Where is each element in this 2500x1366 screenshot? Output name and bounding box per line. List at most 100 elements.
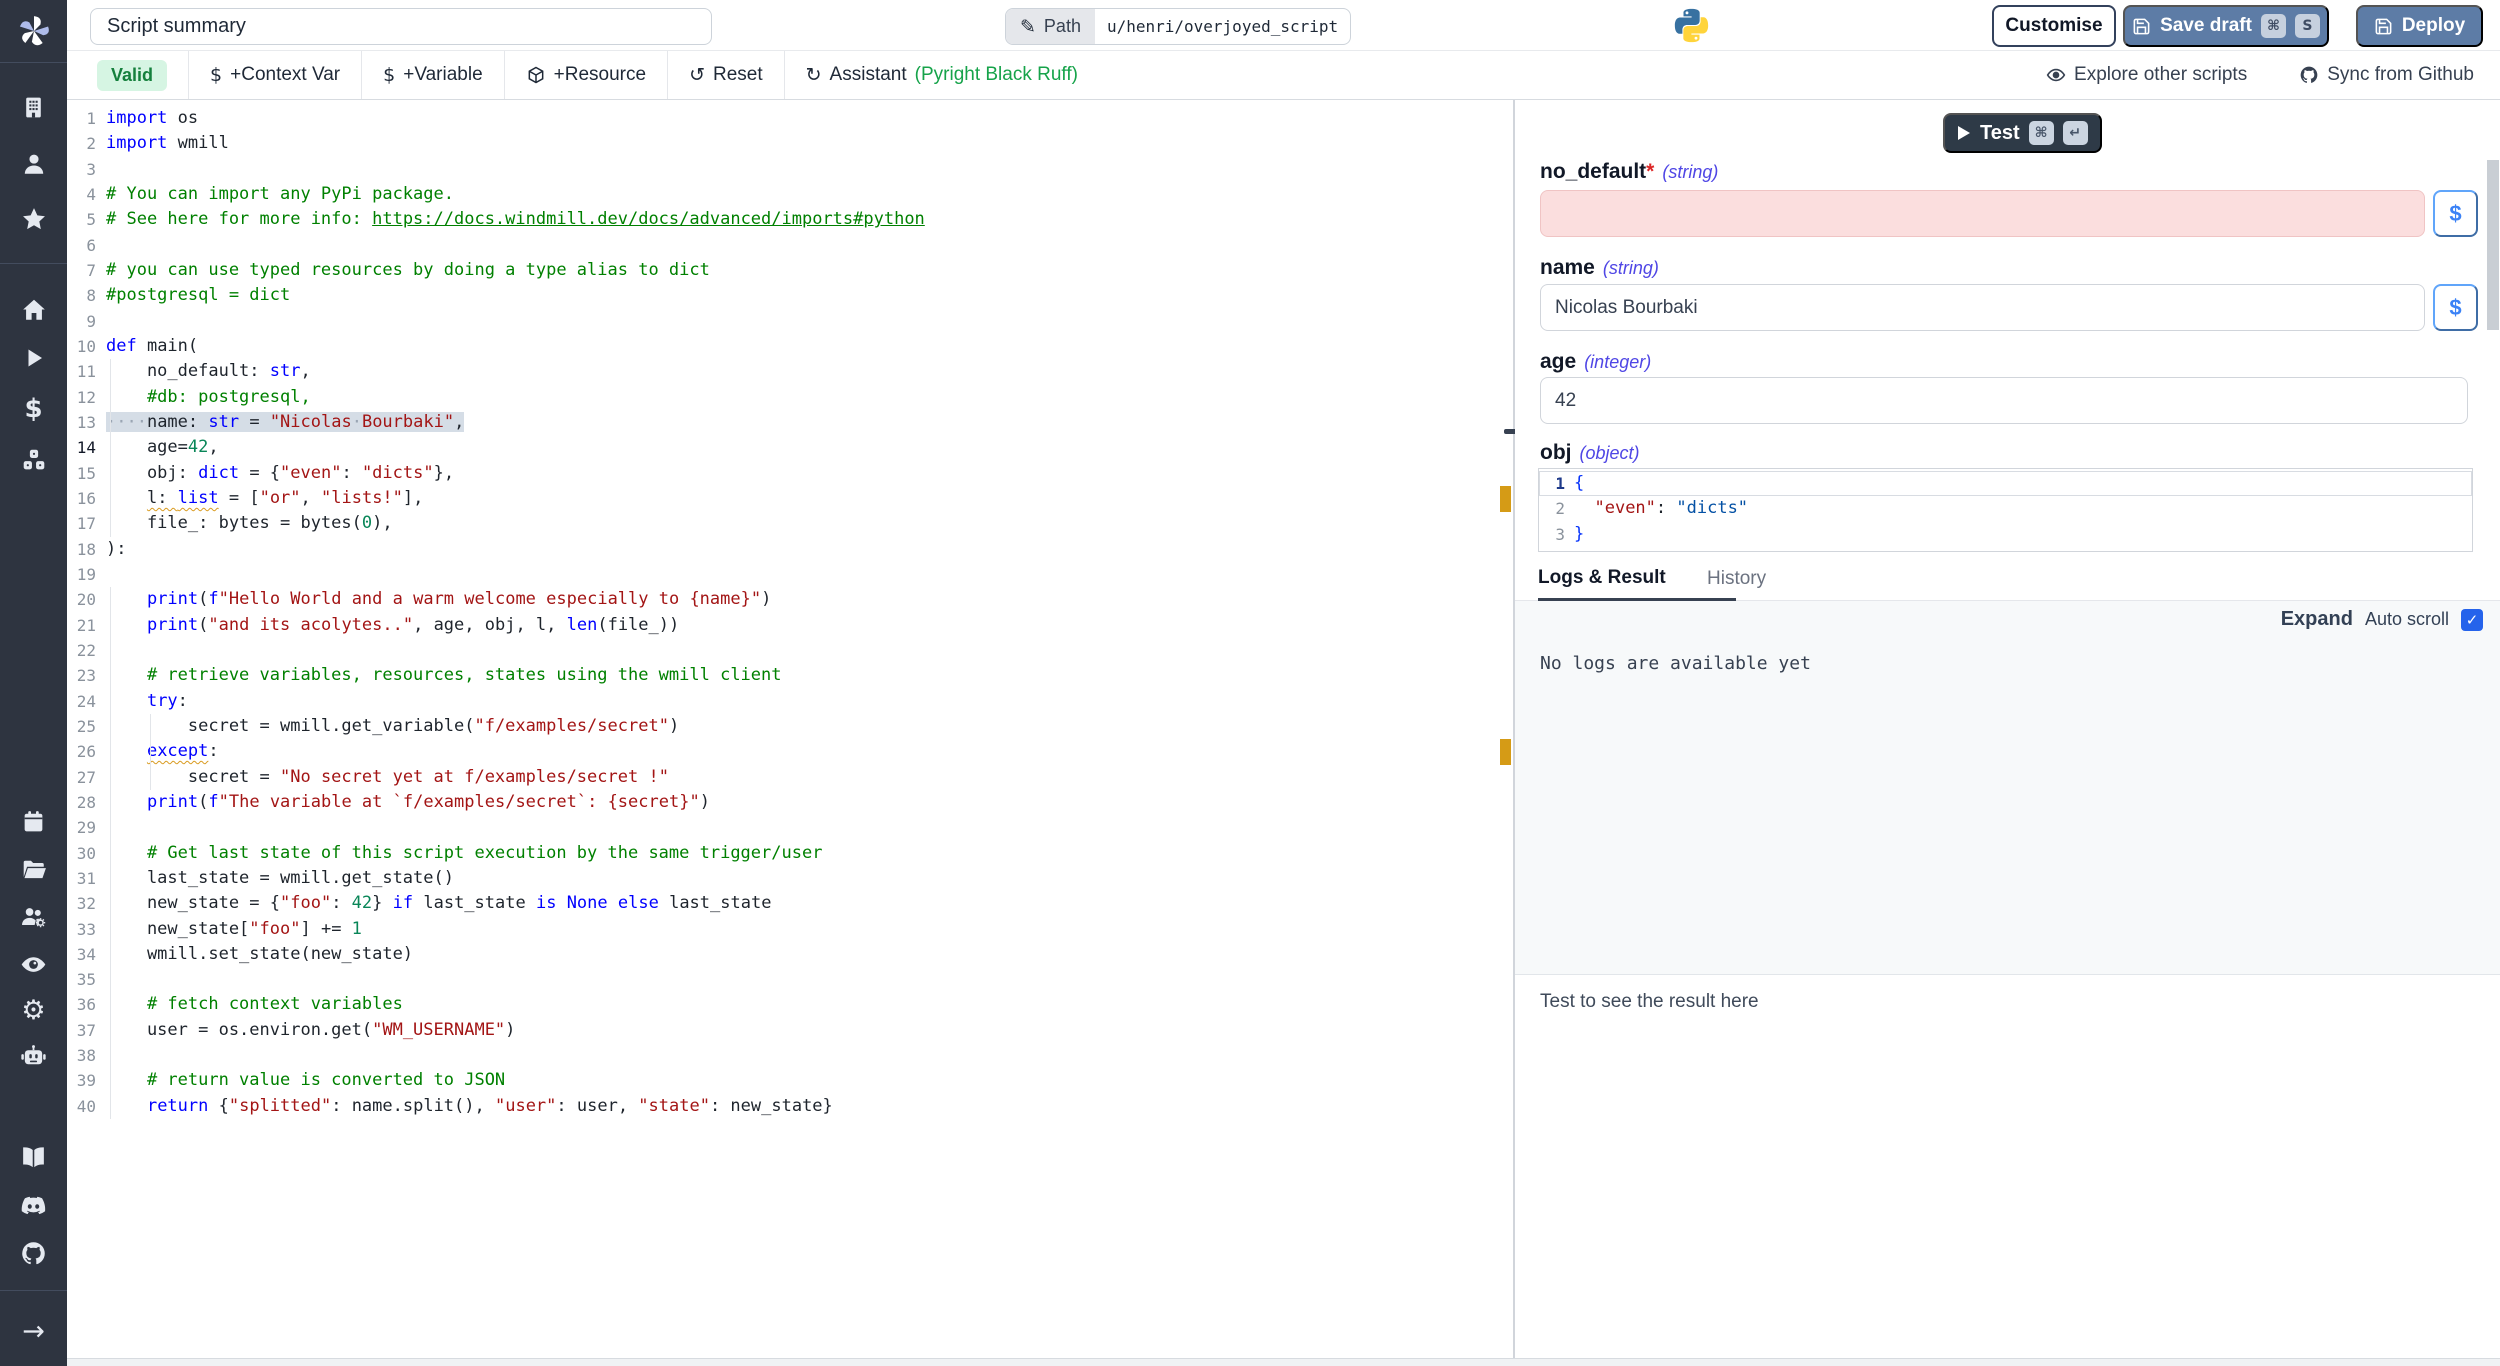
home-icon[interactable]	[0, 297, 67, 323]
code-text: file_: bytes = bytes(0),	[106, 511, 393, 536]
code-line[interactable]: 18):	[67, 537, 1513, 562]
code-line[interactable]: 38	[67, 1043, 1513, 1068]
obj-json-editor[interactable]: 1{2 "even": "dicts"3}	[1538, 468, 2473, 552]
code-text: import wmill	[106, 131, 229, 156]
reset-button[interactable]: ↺ Reset	[689, 64, 763, 86]
code-line[interactable]: 40 return {"splitted": name.split(), "us…	[67, 1094, 1513, 1119]
play-icon[interactable]	[0, 346, 67, 370]
save-draft-button[interactable]: Save draft ⌘ S	[2123, 5, 2329, 47]
code-line[interactable]: 4# You can import any PyPi package.	[67, 182, 1513, 207]
code-line[interactable]: 7# you can use typed resources by doing …	[67, 258, 1513, 283]
deploy-button[interactable]: Deploy	[2356, 5, 2483, 47]
code-line[interactable]: 17 file_: bytes = bytes(0),	[67, 511, 1513, 536]
line-number: 9	[67, 309, 96, 334]
eye-icon[interactable]	[0, 951, 67, 978]
user-icon[interactable]	[0, 151, 67, 177]
test-button[interactable]: Test ⌘ ↵	[1943, 113, 2102, 153]
discord-icon[interactable]	[0, 1192, 67, 1219]
boxes-icon[interactable]	[0, 447, 67, 473]
star-icon[interactable]	[0, 206, 67, 232]
code-line[interactable]: 36 # fetch context variables	[67, 992, 1513, 1017]
arrow-right-icon[interactable]: →	[0, 1318, 67, 1345]
code-line[interactable]: 31 last_state = wmill.get_state()	[67, 866, 1513, 891]
code-line[interactable]: 22	[67, 638, 1513, 663]
no-default-input[interactable]	[1540, 190, 2425, 237]
code-line[interactable]: 24 try:	[67, 689, 1513, 714]
code-line[interactable]: 28 print(f"The variable at `f/examples/s…	[67, 790, 1513, 815]
path-selector[interactable]: ✎ Path u/henri/overjoyed_script	[1005, 8, 1351, 45]
warning-marker	[1500, 739, 1511, 765]
code-line[interactable]: 30 # Get last state of this script execu…	[67, 841, 1513, 866]
code-line[interactable]: 26 except:	[67, 739, 1513, 764]
code-line[interactable]: 9	[67, 309, 1513, 334]
line-number: 29	[67, 815, 96, 840]
add-variable-button[interactable]: $ +Variable	[383, 64, 483, 86]
code-editor[interactable]: 1import os2import wmill34# You can impor…	[67, 100, 1513, 1357]
users-icon[interactable]	[0, 903, 67, 930]
code-line[interactable]: 2 "even": "dicts"	[1539, 496, 2472, 521]
line-number: 17	[67, 511, 96, 536]
enter-key-badge: ↵	[2063, 121, 2088, 145]
assistant-button[interactable]: ↻ Assistant (Pyright Black Ruff)	[806, 64, 1078, 86]
code-line[interactable]: 27 secret = "No secret yet at f/examples…	[67, 765, 1513, 790]
code-line[interactable]: 8#postgresql = dict	[67, 283, 1513, 308]
code-line[interactable]: 1import os	[67, 106, 1513, 131]
expand-button[interactable]: Expand	[2281, 608, 2353, 631]
add-resource-button[interactable]: +Resource	[526, 64, 646, 86]
line-number: 16	[67, 486, 96, 511]
autoscroll-checkbox[interactable]: ✓	[2461, 609, 2483, 631]
variable-picker-button[interactable]: $	[2433, 284, 2478, 331]
code-line[interactable]: 3}	[1539, 522, 2472, 547]
folder-icon[interactable]	[0, 857, 67, 883]
code-line[interactable]: 20 print(f"Hello World and a warm welcom…	[67, 587, 1513, 612]
calendar-icon[interactable]	[0, 809, 67, 834]
code-line[interactable]: 6	[67, 233, 1513, 258]
code-line[interactable]: 13····name: str = "Nicolas·Bourbaki",	[67, 410, 1513, 435]
code-line[interactable]: 32 new_state = {"foo": 42} if last_state…	[67, 891, 1513, 916]
script-summary-input[interactable]	[90, 8, 712, 45]
code-line[interactable]: 21 print("and its acolytes..", age, obj,…	[67, 613, 1513, 638]
customise-button[interactable]: Customise	[1992, 5, 2116, 47]
explore-other-scripts-button[interactable]: Explore other scripts	[2046, 64, 2247, 86]
sync-from-github-button[interactable]: Sync from Github	[2299, 64, 2474, 86]
add-context-var-button[interactable]: $ +Context Var	[210, 64, 340, 86]
code-line[interactable]: 12 #db: postgresql,	[67, 385, 1513, 410]
line-number: 24	[67, 689, 96, 714]
path-label: Path	[1044, 16, 1081, 37]
code-line[interactable]: 15 obj: dict = {"even": "dicts"},	[67, 461, 1513, 486]
code-line[interactable]: 37 user = os.environ.get("WM_USERNAME")	[67, 1018, 1513, 1043]
line-number: 3	[1539, 522, 1565, 547]
code-line[interactable]: 2import wmill	[67, 131, 1513, 156]
scrollbar-thumb[interactable]	[2487, 160, 2499, 330]
code-line[interactable]: 35	[67, 967, 1513, 992]
github-icon[interactable]	[0, 1240, 67, 1267]
bot-icon[interactable]	[0, 1044, 67, 1071]
code-line[interactable]: 14 age=42,	[67, 435, 1513, 460]
code-line[interactable]: 25 secret = wmill.get_variable("f/exampl…	[67, 714, 1513, 739]
code-line[interactable]: 34 wmill.set_state(new_state)	[67, 942, 1513, 967]
code-line[interactable]: 10def main(	[67, 334, 1513, 359]
book-icon[interactable]	[0, 1144, 67, 1171]
code-line[interactable]: 33 new_state["foo"] += 1	[67, 917, 1513, 942]
code-line[interactable]: 1{	[1539, 471, 2472, 496]
dollar-icon[interactable]: $	[0, 396, 67, 422]
gear-icon[interactable]: ⚙	[0, 997, 67, 1024]
code-line[interactable]: 29	[67, 815, 1513, 840]
required-star: *	[1646, 160, 1654, 183]
code-line[interactable]: 16 l: list = ["or", "lists!"],	[67, 486, 1513, 511]
tab-history[interactable]: History	[1707, 557, 1766, 601]
code-line[interactable]: 11 no_default: str,	[67, 359, 1513, 384]
line-number: 4	[67, 182, 96, 207]
code-line[interactable]: 5# See here for more info: https://docs.…	[67, 207, 1513, 232]
variable-picker-button[interactable]: $	[2433, 190, 2478, 237]
building-icon[interactable]	[0, 95, 67, 120]
age-input[interactable]	[1540, 377, 2468, 424]
name-input[interactable]	[1540, 284, 2425, 331]
code-line[interactable]: 3	[67, 157, 1513, 182]
code-text: print(f"The variable at `f/examples/secr…	[106, 790, 710, 815]
code-line[interactable]: 23 # retrieve variables, resources, stat…	[67, 663, 1513, 688]
code-line[interactable]: 19	[67, 562, 1513, 587]
line-number: 30	[67, 841, 96, 866]
code-line[interactable]: 39 # return value is converted to JSON	[67, 1068, 1513, 1093]
line-number: 5	[67, 207, 96, 232]
